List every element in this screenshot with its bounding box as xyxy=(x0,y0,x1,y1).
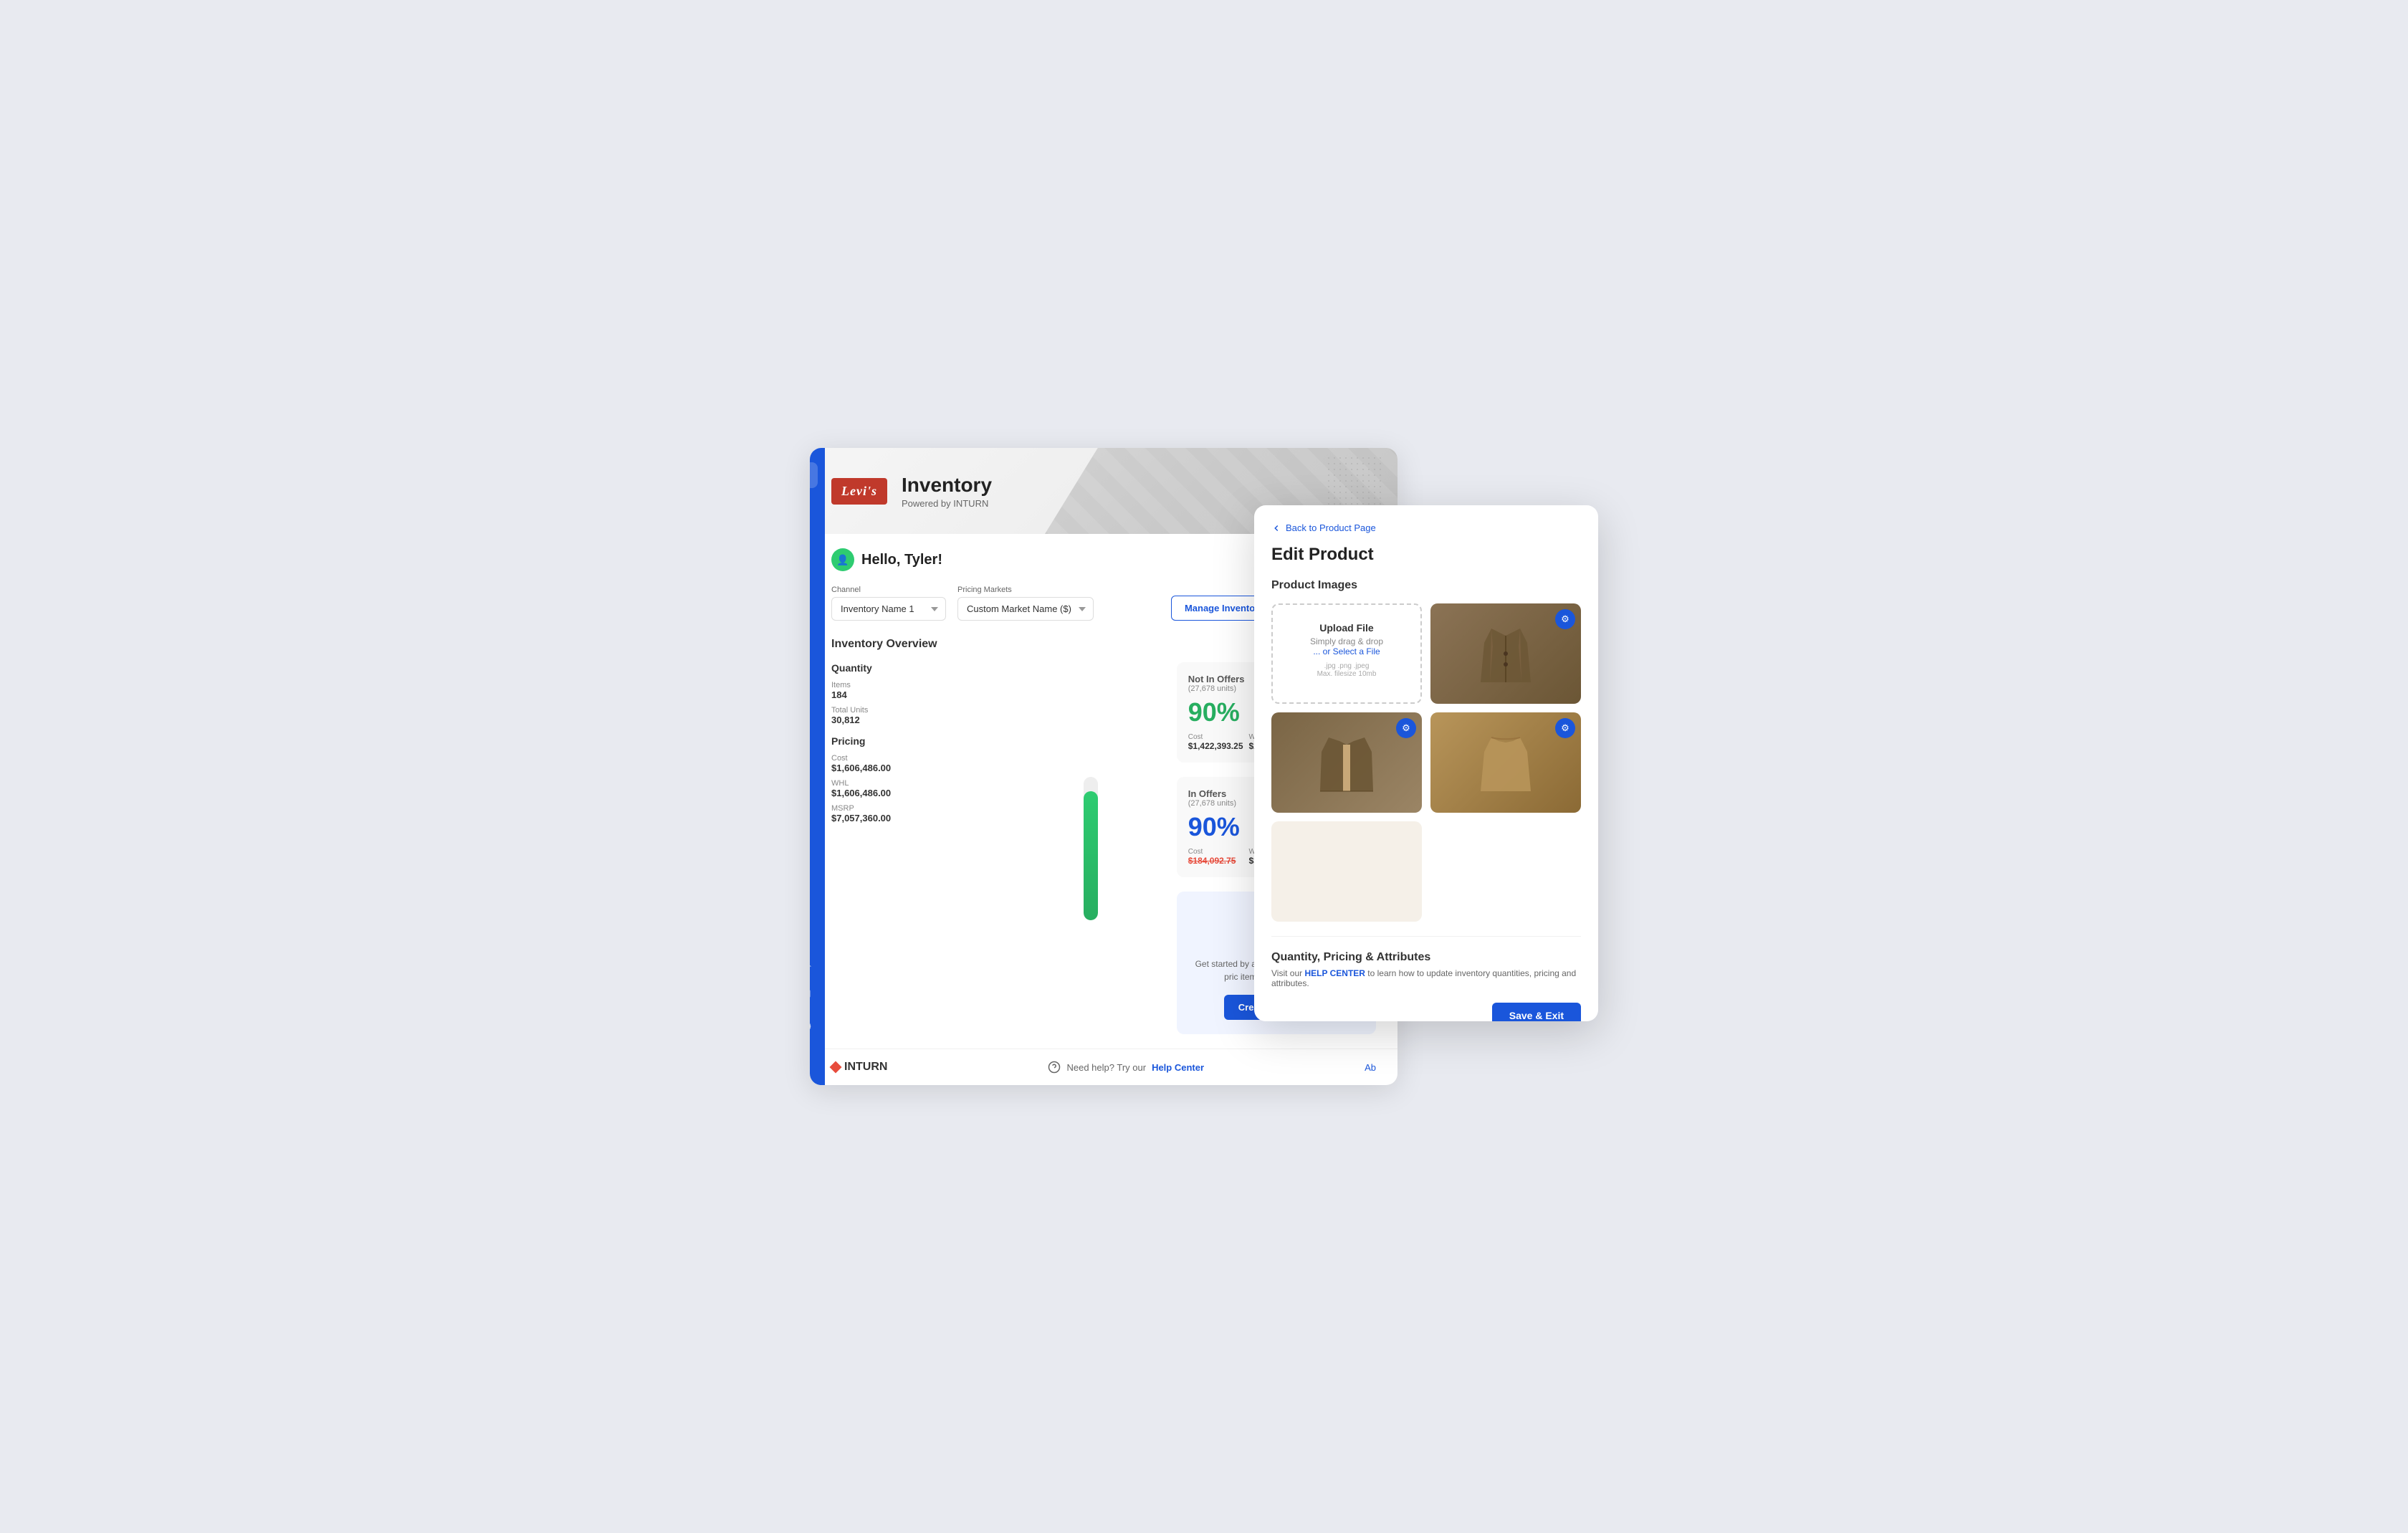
msrp-stat: MSRP $7,057,360.00 xyxy=(831,804,1005,823)
not-in-offers-cost: Cost $1,422,393.25 xyxy=(1188,733,1243,751)
msrp-label: MSRP xyxy=(831,804,1005,813)
items-value: 184 xyxy=(831,689,1005,700)
qty-section: Quantity, Pricing & Attributes Visit our… xyxy=(1271,936,1581,988)
inturn-logo: INTURN xyxy=(831,1061,887,1074)
product-image-1: ⚙ xyxy=(1430,603,1581,704)
sidebar-item-bell[interactable] xyxy=(810,950,818,976)
sidebar-item-chat[interactable] xyxy=(810,982,818,1008)
channel-label: Channel xyxy=(831,586,946,594)
upload-title: Upload File xyxy=(1284,622,1409,634)
inturn-diamond-icon xyxy=(830,1061,842,1074)
sidebar-item-plus[interactable] xyxy=(810,525,818,551)
brand-subtitle: Powered by INTURN xyxy=(902,498,992,509)
select-file-link[interactable]: ... or Select a File xyxy=(1284,646,1409,656)
cost-label: Cost xyxy=(831,754,1005,763)
qty-description: Visit our HELP CENTER to learn how to up… xyxy=(1271,968,1581,988)
scene: Levi's Inventory Powered by INTURN 👤 Hel… xyxy=(810,448,1598,1085)
back-link[interactable]: Back to Product Page xyxy=(1271,522,1581,533)
product-images-title: Product Images xyxy=(1271,579,1581,592)
msrp-value: $7,057,360.00 xyxy=(831,813,1005,823)
progress-section xyxy=(1019,662,1162,1034)
product-image-2: ⚙ xyxy=(1271,712,1422,813)
sidebar xyxy=(810,448,825,1085)
total-units-value: 30,812 xyxy=(831,715,1005,725)
sidebar-item-tag[interactable] xyxy=(810,919,818,945)
help-text: Need help? Try our Help Center xyxy=(1048,1061,1204,1074)
help-center-link[interactable]: Help Center xyxy=(1152,1062,1204,1073)
edit-panel-title: Edit Product xyxy=(1271,545,1581,565)
greeting-text: Hello, Tyler! xyxy=(861,552,942,568)
in-offers-cost: Cost $184,092.75 xyxy=(1188,848,1243,866)
cost-stat: Cost $1,606,486.00 xyxy=(831,754,1005,773)
cost-value: $1,606,486.00 xyxy=(831,763,1005,773)
pricing-group: Pricing Markets Custom Market Name ($) xyxy=(957,586,1094,621)
whl-stat: WHL $1,606,486.00 xyxy=(831,779,1005,798)
product-image-4-placeholder xyxy=(1271,821,1422,922)
product-images-grid: Upload File Simply drag & drop ... or Se… xyxy=(1271,603,1581,922)
whl-label: WHL xyxy=(831,779,1005,788)
progress-bar xyxy=(1084,777,1098,920)
image-3-settings-button[interactable]: ⚙ xyxy=(1555,718,1575,738)
pricing-select[interactable]: Custom Market Name ($) xyxy=(957,597,1094,621)
total-units-stat: Total Units 30,812 xyxy=(831,706,1005,725)
product-image-3: ⚙ xyxy=(1430,712,1581,813)
brand-logo: Levi's xyxy=(831,478,887,505)
items-label: Items xyxy=(831,681,1005,689)
qty-title: Quantity, Pricing & Attributes xyxy=(1271,951,1581,964)
help-center-qty-link[interactable]: HELP CENTER xyxy=(1304,968,1365,978)
header-dots xyxy=(1326,455,1383,512)
image-2-settings-button[interactable]: ⚙ xyxy=(1396,718,1416,738)
drag-drop-text: Simply drag & drop xyxy=(1284,636,1409,646)
quantity-heading: Quantity xyxy=(831,662,1005,674)
whl-value: $1,606,486.00 xyxy=(831,788,1005,798)
image-1-settings-button[interactable]: ⚙ xyxy=(1555,609,1575,629)
sidebar-item-globe[interactable] xyxy=(810,1013,818,1039)
upload-box[interactable]: Upload File Simply drag & drop ... or Se… xyxy=(1271,603,1422,704)
about-link[interactable]: Ab xyxy=(1365,1062,1376,1073)
avatar: 👤 xyxy=(831,548,854,571)
sidebar-item-grid[interactable] xyxy=(810,494,818,520)
channel-select[interactable]: Inventory Name 1 xyxy=(831,597,946,621)
stats-section: Quantity Items 184 Total Units 30,812 Pr… xyxy=(831,662,1005,1034)
file-types-text: .jpg .png .jpeg Max. filesize 10mb xyxy=(1284,662,1409,678)
channel-group: Channel Inventory Name 1 xyxy=(831,586,946,621)
edit-panel: Back to Product Page Edit Product Produc… xyxy=(1254,505,1598,1021)
card-footer: INTURN Need help? Try our Help Center Ab xyxy=(810,1049,1398,1085)
pricing-heading: Pricing xyxy=(831,735,1005,747)
total-units-label: Total Units xyxy=(831,706,1005,715)
panel-footer: Save & Exit xyxy=(1271,1003,1581,1021)
sidebar-item-user[interactable] xyxy=(810,1045,818,1071)
save-exit-button[interactable]: Save & Exit xyxy=(1492,1003,1581,1021)
brand-title: Inventory Powered by INTURN xyxy=(902,474,992,509)
pricing-label: Pricing Markets xyxy=(957,586,1094,594)
items-stat: Items 184 xyxy=(831,681,1005,700)
sidebar-item-arrow[interactable] xyxy=(810,462,818,488)
help-text-label: Need help? Try our xyxy=(1066,1062,1146,1073)
progress-fill xyxy=(1084,791,1098,920)
brand-title-text: Inventory xyxy=(902,474,992,497)
